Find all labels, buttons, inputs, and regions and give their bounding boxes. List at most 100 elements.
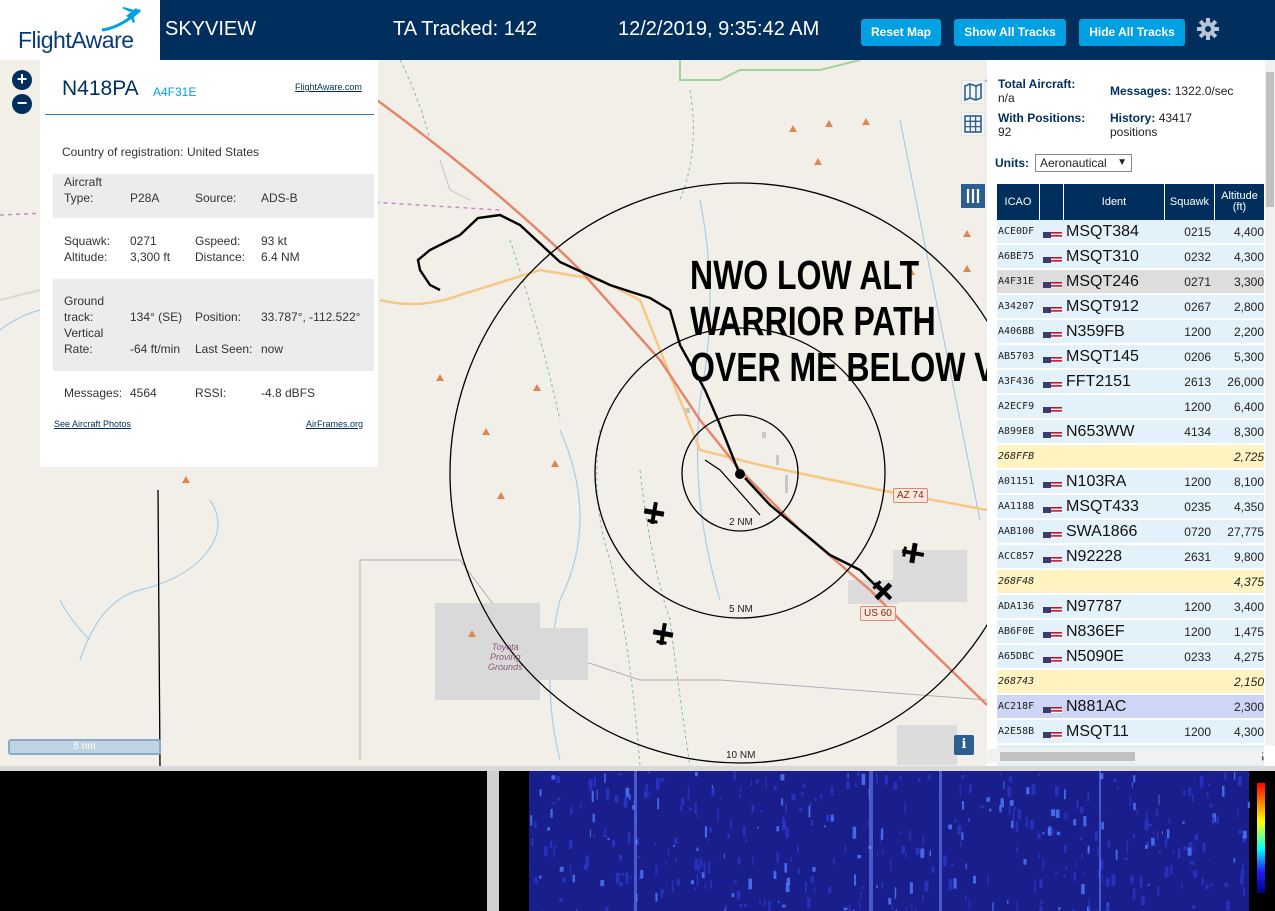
ring-label-10nm: 10 NM (724, 750, 758, 761)
ident-cell: MSQT433 (1066, 498, 1139, 515)
table-row[interactable]: A406BB N359FB 1200 2,200 (997, 320, 1264, 344)
squawk-label: Squawk: (64, 234, 111, 248)
aircraft-hex: A4F31E (153, 85, 197, 99)
table-row[interactable]: A6BE75 MSQT310 0232 4,300 (997, 245, 1264, 269)
ident-cell: N103RA (1066, 473, 1127, 490)
icao-cell: A3F436 (998, 376, 1035, 387)
scale-bar: 5 nm (8, 739, 161, 755)
zoom-out-button[interactable]: − (12, 94, 32, 114)
table-row[interactable]: A65DBC N5090E 0233 4,275 (997, 645, 1264, 669)
horizontal-scroll-thumb[interactable] (1000, 752, 1135, 761)
reset-map-button[interactable]: Reset Map (861, 19, 941, 46)
units-selected-value: Aeronautical (1040, 156, 1107, 170)
country-label: Country of registration: (62, 145, 184, 159)
messages-rate-value: 1322.0/sec (1174, 84, 1234, 98)
table-row[interactable]: A34207 MSQT912 0267 2,800 (997, 295, 1264, 319)
show-all-tracks-button[interactable]: Show All Tracks (954, 19, 1066, 46)
table-row[interactable]: AAB100 SWA1866 0720 27,775 (997, 520, 1264, 544)
col-header-flag[interactable] (1040, 184, 1064, 220)
col-header-icao[interactable]: ICAO (997, 184, 1040, 220)
plane-icon[interactable] (642, 500, 666, 525)
receiver-location-icon (735, 469, 745, 479)
plane-icon[interactable] (651, 621, 675, 646)
units-select[interactable]: Aeronautical ▼ (1035, 154, 1132, 172)
table-row[interactable]: 268F48 4,375 (997, 570, 1264, 594)
squawk-cell (1167, 570, 1213, 594)
table-row[interactable]: ADA136 N97787 1200 3,400 (997, 595, 1264, 619)
us-flag-icon (1043, 227, 1062, 238)
map-layers-icon[interactable] (961, 80, 985, 104)
squawk-cell: 1200 (1184, 475, 1211, 489)
icao-cell: 268F48 (998, 576, 1035, 587)
us-flag-icon (1043, 427, 1062, 438)
ring-label-2nm: 2 NM (727, 517, 755, 528)
rssi-label: RSSI: (195, 386, 227, 400)
columns-icon[interactable] (961, 184, 985, 208)
altitude-cell: 2,800 (1233, 300, 1264, 314)
table-row[interactable]: ACC857 N92228 2631 9,800 (997, 545, 1264, 569)
vertical-scroll-thumb[interactable] (1266, 72, 1274, 207)
col-header-squawk[interactable]: Squawk (1165, 184, 1215, 220)
table-row[interactable]: A899E8 N653WW 4134 8,300 (997, 420, 1264, 444)
table-row[interactable]: AC218F N881AC 2,300 (997, 695, 1264, 719)
ident-cell: N653WW (1066, 423, 1135, 440)
distance-value: 6.4 NM (261, 250, 300, 264)
col-header-altitude[interactable]: Altitude (ft) (1215, 184, 1264, 220)
icao-cell: ACC857 (998, 551, 1035, 562)
grid-icon[interactable] (961, 112, 985, 136)
table-row[interactable]: A01151 N103RA 1200 8,100 (997, 470, 1264, 494)
col-header-ident[interactable]: Ident (1064, 184, 1165, 220)
altitude-cell: 6,400 (1233, 400, 1264, 414)
altitude-cell: 26,000 (1227, 375, 1264, 389)
us-flag-icon (1043, 302, 1062, 313)
table-row[interactable]: AB5703 MSQT145 0206 5,300 (997, 345, 1264, 369)
zoom-in-button[interactable]: + (12, 70, 32, 90)
last-seen-label: Last Seen: (195, 342, 253, 356)
aircraft-photos-link[interactable]: See Aircraft Photos (54, 419, 131, 429)
table-row[interactable]: 268FFB 2,725 (997, 445, 1264, 469)
split-handle[interactable] (487, 771, 499, 911)
airframes-link[interactable]: AirFrames.org (306, 419, 363, 429)
table-row[interactable]: A2E58B MSQT11 1200 4,300 (997, 720, 1264, 744)
gear-icon[interactable] (1196, 17, 1220, 41)
table-row[interactable]: A4F31E MSQT246 0271 3,300 (997, 270, 1264, 294)
vertical-rate-label: Rate: (64, 342, 93, 356)
table-row[interactable]: AA1188 MSQT433 0235 4,350 (997, 495, 1264, 519)
table-row[interactable]: 268743 2,150 (997, 670, 1264, 694)
aircraft-track (704, 459, 761, 516)
road-label-us60: US 60 (860, 606, 896, 621)
history-unit: positions (1110, 125, 1158, 139)
flightaware-link[interactable]: FlightAware.com (295, 82, 362, 92)
squawk-cell: 0233 (1184, 650, 1211, 664)
total-aircraft-stat: Total Aircraft: n/a (998, 77, 1075, 105)
tracked-count: TA Tracked: 142 (393, 18, 538, 40)
logo-text: FlightAware (18, 27, 134, 53)
annotation-line-1: NWO LOW ALT (690, 252, 920, 298)
us-flag-icon (1043, 502, 1062, 513)
ident-cell: FFT2151 (1066, 373, 1131, 390)
icao-cell: AC218F (998, 701, 1035, 712)
ring-label-5nm: 5 NM (727, 604, 755, 615)
us-flag-icon (1043, 627, 1062, 638)
squawk-cell: 0206 (1184, 350, 1211, 364)
ground-track-value: 134° (SE) (130, 310, 183, 324)
icao-cell: A65DBC (998, 651, 1035, 662)
flightaware-logo[interactable]: FlightAware (0, 0, 160, 60)
annotation-line-3: OVER ME BELOW VFR (690, 344, 987, 390)
us-flag-icon (1043, 327, 1062, 338)
table-row[interactable]: ACE0DF MSQT384 0215 4,400 (997, 220, 1264, 244)
squawk-cell: 0232 (1184, 250, 1211, 264)
table-row[interactable]: A3F436 FFT2151 2613 26,000 (997, 370, 1264, 394)
ident-cell: MSQT145 (1066, 348, 1139, 365)
rssi-value: -4.8 dBFS (261, 386, 316, 400)
icao-cell: A34207 (998, 301, 1035, 312)
hide-all-tracks-button[interactable]: Hide All Tracks (1079, 19, 1185, 46)
icao-cell: A01151 (998, 476, 1035, 487)
spectrum-waterfall (499, 771, 1275, 911)
ident-cell: N881AC (1066, 698, 1127, 715)
info-button[interactable]: i (954, 735, 974, 755)
table-row[interactable]: AB6F0E N836EF 1200 1,475 (997, 620, 1264, 644)
table-row[interactable]: A2ECF9 1200 6,400 (997, 395, 1264, 419)
place-label-line: Grounds (488, 662, 523, 672)
squawk-cell: 1200 (1184, 325, 1211, 339)
